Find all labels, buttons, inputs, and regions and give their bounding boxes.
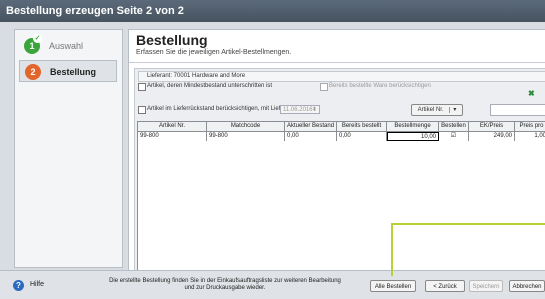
cancel-button[interactable]: Abbrechen: [509, 280, 545, 292]
wizard-sidebar: 1 ✓ Auswahl 2 Bestellung: [14, 29, 123, 268]
cell-matchcode[interactable]: 99-800: [207, 132, 285, 141]
order-checkbox[interactable]: ☑: [439, 132, 469, 141]
cell-artnr[interactable]: 99-800: [138, 132, 207, 141]
highlight-line-vertical: [391, 223, 393, 276]
col-header-preis[interactable]: EK/Preis: [469, 122, 515, 131]
step-number-badge: 2: [25, 64, 41, 80]
order-panel: Lieferant: 70001 Hardware and More Artik…: [134, 68, 545, 299]
min-stock-checkbox[interactable]: [138, 83, 146, 91]
wizard-step-bestellung[interactable]: 2 Bestellung: [19, 60, 117, 82]
col-header-pro[interactable]: Preis pro: [515, 122, 545, 131]
table-header: Artikel Nr. Matchcode Aktueller Bestand …: [138, 122, 545, 132]
header-divider: [129, 62, 545, 63]
col-header-menge[interactable]: Bestellmenge: [387, 122, 439, 131]
already-ordered-label: Bereits bestellte Ware berücksichtigen: [329, 83, 431, 89]
page-subtitle: Erfassen Sie die jeweiligen Artikel-Best…: [136, 49, 292, 56]
checkmark-icon: ✓: [33, 34, 42, 43]
table-row[interactable]: 99-800 99-800 0,00 0,00 10,00 ☑ 249,00 1…: [138, 132, 545, 141]
backlog-checkbox[interactable]: [138, 106, 146, 114]
min-stock-label: Artikel, deren Mindestbestand unterschri…: [147, 83, 273, 89]
cell-bestand[interactable]: 0,00: [285, 132, 337, 141]
step-label: Bestellung: [50, 67, 97, 77]
col-header-matchcode[interactable]: Matchcode: [207, 122, 285, 131]
order-quantity-input[interactable]: 10,00: [387, 132, 439, 141]
info-text: Die erstellte Bestellung finden Sie in d…: [109, 278, 341, 291]
col-header-bestellt[interactable]: Bereits bestellt: [337, 122, 387, 131]
col-header-artnr[interactable]: Artikel Nr.: [138, 122, 207, 131]
main-content: Bestellung Erfassen Sie die jeweiligen A…: [128, 29, 545, 299]
col-header-bestellen[interactable]: Bestellen: [439, 122, 469, 131]
step-label: Auswahl: [49, 41, 84, 51]
supplier-box: Lieferant: 70001 Hardware and More: [138, 71, 545, 82]
help-link[interactable]: Hilfe: [30, 281, 44, 288]
cell-pro[interactable]: 1,00: [515, 132, 545, 141]
already-ordered-checkbox[interactable]: [320, 83, 328, 91]
help-icon[interactable]: ?: [13, 280, 24, 291]
save-button[interactable]: Speichern: [469, 280, 503, 292]
wizard-step-auswahl[interactable]: 1 ✓ Auswahl: [19, 34, 117, 57]
page-title: Bestellung: [136, 32, 208, 48]
cell-preis[interactable]: 249,00: [469, 132, 515, 141]
col-header-bestand[interactable]: Aktueller Bestand: [285, 122, 337, 131]
highlight-line-horizontal: [391, 223, 545, 225]
back-button[interactable]: < Zurück: [425, 280, 465, 292]
order-all-button[interactable]: Alle Bestellen: [370, 280, 416, 292]
search-input[interactable]: [490, 104, 545, 116]
excel-export-icon[interactable]: ✖: [528, 90, 536, 98]
footer-bar: ? Hilfe Die erstellte Bestellung finden …: [0, 270, 545, 299]
spinner-icon[interactable]: ⬍: [312, 106, 317, 115]
article-sort-dropdown[interactable]: Artikel Nr. ▾: [411, 104, 463, 116]
delivery-date-field[interactable]: 11.06.2016 ⬍: [280, 105, 320, 114]
chevron-down-icon: ▾: [449, 107, 457, 113]
window-title: Bestellung erzeugen Seite 2 von 2: [0, 0, 545, 22]
supplier-label: Lieferant: 70001 Hardware and More: [147, 73, 246, 79]
cell-bestellt[interactable]: 0,00: [337, 132, 387, 141]
